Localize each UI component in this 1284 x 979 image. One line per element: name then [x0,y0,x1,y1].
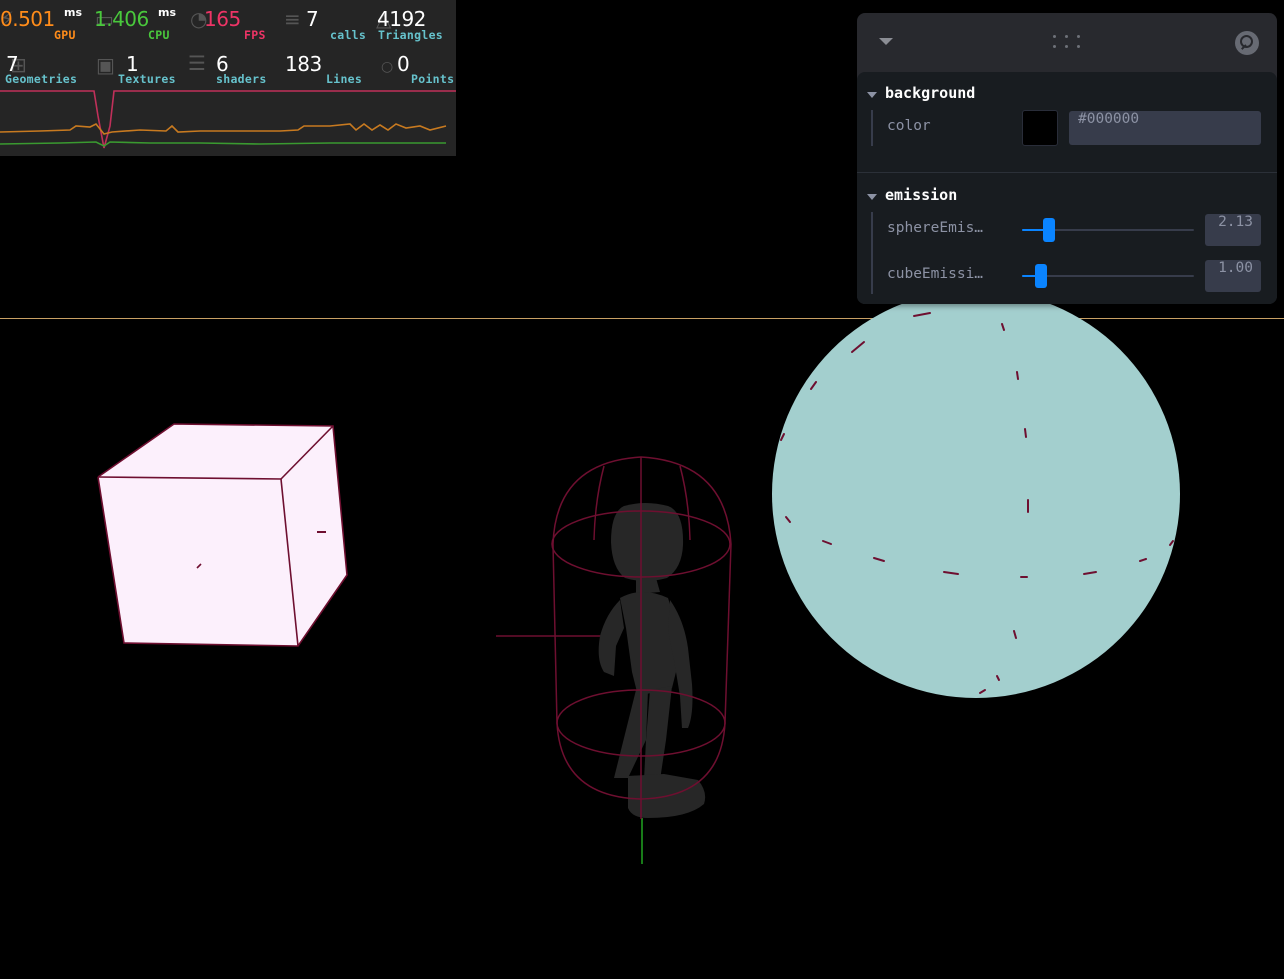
performance-stats: ⚡ 0.501 ms GPU ▭ 1.406 ms CPU ◔ 165 FPS … [0,0,456,156]
cube-emission-knob[interactable] [1034,264,1047,288]
cube-emission-value[interactable]: 1.00 [1205,260,1261,292]
gpu-label: GPU [54,28,76,42]
background-folder-toggle-icon[interactable] [867,92,877,98]
panel-body: background color #000000 emission sphere… [857,72,1277,304]
cube-emission-label: cubeEmissi… [887,266,984,282]
color-swatch[interactable] [1022,110,1058,146]
color-hex-input[interactable]: #000000 [1069,111,1261,145]
cpu-unit: ms [158,6,177,19]
character-model [496,456,732,864]
emission-folder-toggle-icon[interactable] [867,194,877,200]
gpu-value: 0.501 [0,7,55,31]
triangles-label: Triangles [378,28,444,42]
lines-value: 183 [285,52,322,76]
textures-label: Textures [118,72,176,86]
sphere-emission-slider[interactable] [1022,218,1194,242]
panel-header[interactable] [857,13,1277,72]
geometries-label: Geometries [5,72,78,86]
image-icon: ▣ [96,53,115,77]
background-folder-title[interactable]: background [885,84,975,102]
drag-handle-icon[interactable] [1052,34,1082,50]
emissive-sphere [772,290,1180,698]
cpu-graph-line [0,141,446,147]
emissive-cube [97,423,348,647]
color-label: color [887,118,931,134]
collapse-chevron-icon[interactable] [879,38,893,45]
folder-separator [857,172,1277,173]
sphere-emission-value[interactable]: 2.13 [1205,214,1261,246]
points-label: Points [411,72,455,86]
background-folder-indent [871,110,873,146]
emission-folder-indent [871,212,873,294]
controls-panel[interactable]: background color #000000 emission sphere… [857,13,1277,304]
point-icon: ○ [381,59,394,75]
calls-value: 7 [306,7,319,31]
points-value: 0 [397,52,410,76]
cube-emission-slider[interactable] [1022,264,1194,288]
calls-label: calls [330,28,367,42]
shaders-label: shaders [216,72,267,86]
lines-label: Lines [326,72,363,86]
fps-label: FPS [244,28,266,42]
stats-graph [0,90,456,149]
gpu-unit: ms [64,6,83,19]
fps-value: 165 [204,7,241,31]
cpu-value: 1.406 [94,7,149,31]
gpu-graph-line [0,122,447,135]
emission-folder-title[interactable]: emission [885,186,957,204]
calls-icon: ≡ [284,7,301,31]
fps-graph-line [0,90,456,149]
cpu-label: CPU [148,28,170,42]
sphere-emission-label: sphereEmis… [887,220,984,236]
sphere-emission-knob[interactable] [1042,218,1055,242]
shaders-icon: ☰ [188,51,206,75]
search-icon[interactable] [1235,31,1259,55]
